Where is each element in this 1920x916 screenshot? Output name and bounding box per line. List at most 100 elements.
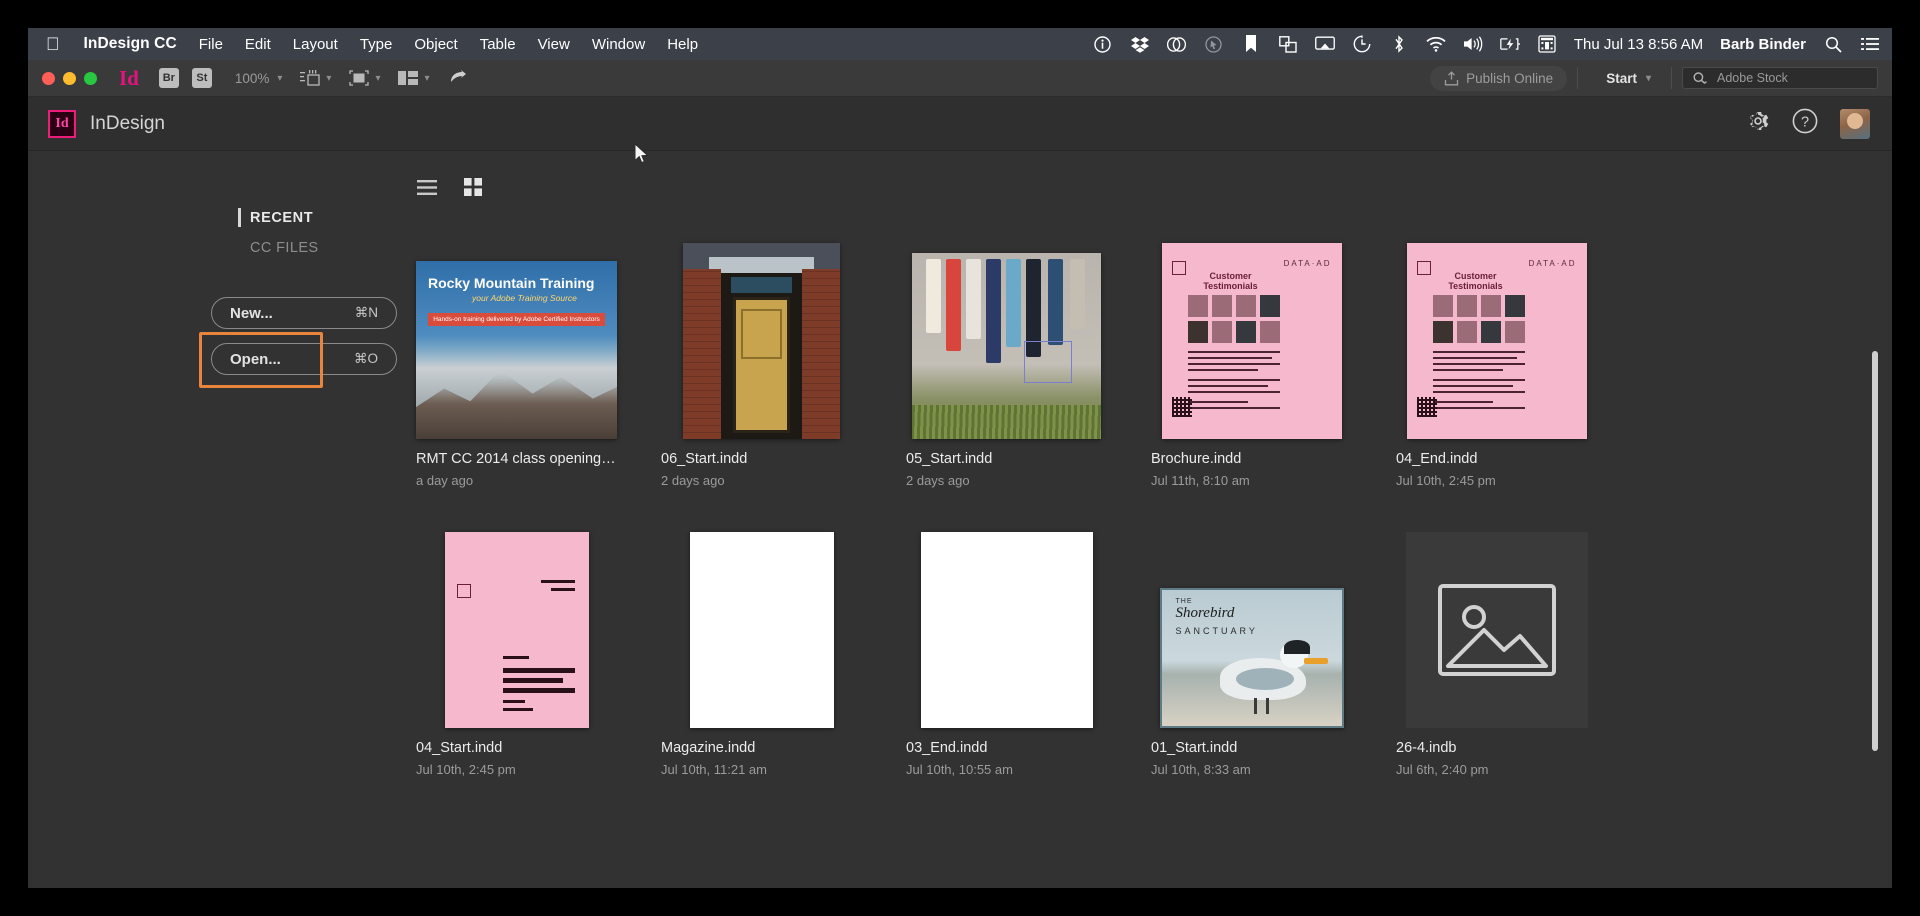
dropbox-icon[interactable] <box>1130 34 1150 54</box>
file-thumbnail: THE Shorebird SANCTUARY <box>1159 588 1344 728</box>
volume-icon[interactable] <box>1463 34 1483 54</box>
file-date: Jul 10th, 2:45 pm <box>1396 473 1496 488</box>
thumb-photo <box>1259 295 1280 317</box>
publish-icon[interactable] <box>446 68 470 88</box>
screen:  InDesign CC File Edit Layout Type Obje… <box>0 0 1920 916</box>
file-card[interactable]: 26-4.indb Jul 6th, 2:40 pm <box>1396 504 1597 777</box>
file-thumbnail-wrap: DATA·AD Customer Testimonials <box>1151 215 1352 439</box>
notification-center-icon[interactable] <box>1860 34 1880 54</box>
thumb-photo <box>1211 295 1232 317</box>
menu-item-object[interactable]: Object <box>414 36 457 53</box>
menu-item-window[interactable]: Window <box>592 36 645 53</box>
workspace-switcher[interactable]: Start ▾ <box>1588 71 1661 86</box>
menu-item-table[interactable]: Table <box>480 36 516 53</box>
bluetooth-icon[interactable] <box>1389 34 1409 54</box>
sidebar-item-recent[interactable]: RECENT <box>226 203 386 233</box>
thumb-text-line <box>502 700 525 703</box>
wifi-icon[interactable] <box>1426 34 1446 54</box>
menu-item-view[interactable]: View <box>538 36 570 53</box>
thumb-logo <box>456 584 471 598</box>
apple-menu-icon[interactable]:  <box>46 35 60 53</box>
avatar[interactable] <box>1840 108 1870 139</box>
menu-bar-user[interactable]: Barb Binder <box>1720 36 1806 53</box>
menu-item-help[interactable]: Help <box>667 36 698 53</box>
menu-item-layout[interactable]: Layout <box>293 36 338 53</box>
minimize-window-button[interactable] <box>63 71 76 85</box>
menu-item-type[interactable]: Type <box>360 36 393 53</box>
arrange-documents-chevron-down-icon[interactable]: ▾ <box>424 73 429 84</box>
file-card[interactable]: Rocky Mountain Training your Adobe Train… <box>416 215 617 488</box>
publish-online-button[interactable]: Publish Online <box>1430 65 1568 91</box>
bookmark-icon[interactable] <box>1241 34 1261 54</box>
workspace-chevron-down-icon[interactable]: ▾ <box>1646 73 1651 84</box>
keyboard-input-icon[interactable] <box>1537 34 1557 54</box>
zoom-chevron-down-icon[interactable]: ▾ <box>277 73 282 84</box>
file-card[interactable]: DATA·AD Customer Testimonials <box>1151 215 1352 488</box>
zoom-level-value[interactable]: 100% <box>235 71 270 86</box>
file-card[interactable]: 04_Start.indd Jul 10th, 2:45 pm <box>416 504 617 777</box>
adobe-stock-search-input[interactable]: Adobe Stock <box>1682 67 1878 89</box>
info-icon[interactable] <box>1093 34 1113 54</box>
close-window-button[interactable] <box>42 71 55 85</box>
file-card[interactable]: 03_End.indd Jul 10th, 10:55 am <box>906 504 1107 777</box>
creative-cloud-icon[interactable] <box>1167 34 1187 54</box>
search-icon[interactable] <box>1823 34 1843 54</box>
menu-item-file[interactable]: File <box>199 36 223 53</box>
sidebar-item-cc-files[interactable]: CC FILES <box>226 233 386 263</box>
gear-icon[interactable] <box>1746 109 1770 138</box>
file-card[interactable]: 06_Start.indd 2 days ago <box>661 215 862 488</box>
file-card[interactable]: Magazine.indd Jul 10th, 11:21 am <box>661 504 862 777</box>
thumb-photo <box>1259 321 1280 343</box>
window-controls <box>42 71 97 85</box>
copy-icon[interactable] <box>1278 34 1298 54</box>
file-card[interactable]: DATA·AD Customer Testimonials <box>1396 215 1597 488</box>
file-name: Magazine.indd <box>661 740 756 756</box>
view-options-icon[interactable] <box>298 68 322 88</box>
file-name: 03_End.indd <box>906 740 988 756</box>
thumb-text-line <box>1187 401 1248 403</box>
screen-mode-chevron-down-icon[interactable]: ▾ <box>375 73 380 84</box>
vertical-scrollbar[interactable] <box>1872 351 1878 751</box>
thumb-text-line <box>1187 369 1258 371</box>
stock-button[interactable]: St <box>191 68 212 88</box>
thumb-text-line <box>502 678 563 683</box>
bridge-button[interactable]: Br <box>158 68 179 88</box>
thumb-text-line <box>1432 385 1513 387</box>
open-document-button[interactable]: Open... ⌘O <box>211 343 397 375</box>
file-date: Jul 10th, 11:21 am <box>661 762 767 777</box>
thumb-text-line <box>1187 391 1280 393</box>
arrange-documents-icon[interactable] <box>396 68 420 88</box>
time-machine-icon[interactable] <box>1352 34 1372 54</box>
thumb-grass <box>912 405 1101 439</box>
view-options-chevron-down-icon[interactable]: ▾ <box>326 73 331 84</box>
thumb-photo <box>1480 295 1501 317</box>
battery-charging-icon[interactable] <box>1500 34 1520 54</box>
thumb-cloth-5 <box>1006 259 1021 347</box>
file-card[interactable]: 05_Start.indd 2 days ago <box>906 215 1107 488</box>
open-document-label: Open... <box>230 350 281 368</box>
thumb-photo <box>1432 321 1453 343</box>
cursor-disabled-icon[interactable] <box>1204 34 1224 54</box>
recent-files-grid: Rocky Mountain Training your Adobe Train… <box>416 215 1892 777</box>
file-thumbnail-wrap <box>1396 504 1597 728</box>
image-placeholder-icon <box>1437 584 1556 676</box>
screen-mode-icon[interactable] <box>347 68 371 88</box>
help-icon[interactable]: ? <box>1792 108 1818 139</box>
thumb-corner-text: DATA·AD <box>1528 259 1577 268</box>
thumb-text-line <box>1432 401 1493 403</box>
file-card[interactable]: THE Shorebird SANCTUARY 01_Start.indd Ju… <box>1151 504 1352 777</box>
file-thumbnail <box>912 253 1101 439</box>
menu-bar-datetime[interactable]: Thu Jul 13 8:56 AM <box>1574 36 1703 53</box>
menu-bar-left:  InDesign CC File Edit Layout Type Obje… <box>46 35 698 53</box>
list-view-icon[interactable] <box>416 177 438 197</box>
maximize-window-button[interactable] <box>84 71 97 85</box>
menu-item-edit[interactable]: Edit <box>245 36 271 53</box>
stock-search-icon <box>1693 71 1708 84</box>
airplay-icon[interactable] <box>1314 34 1335 54</box>
grid-view-icon[interactable] <box>462 177 484 197</box>
new-document-button[interactable]: New... ⌘N <box>211 297 397 329</box>
toolbar-divider-1 <box>1577 67 1579 89</box>
thumb-line-3: SANCTUARY <box>1175 626 1258 636</box>
menu-app-name[interactable]: InDesign CC <box>84 35 177 53</box>
new-document-label: New... <box>230 304 273 322</box>
